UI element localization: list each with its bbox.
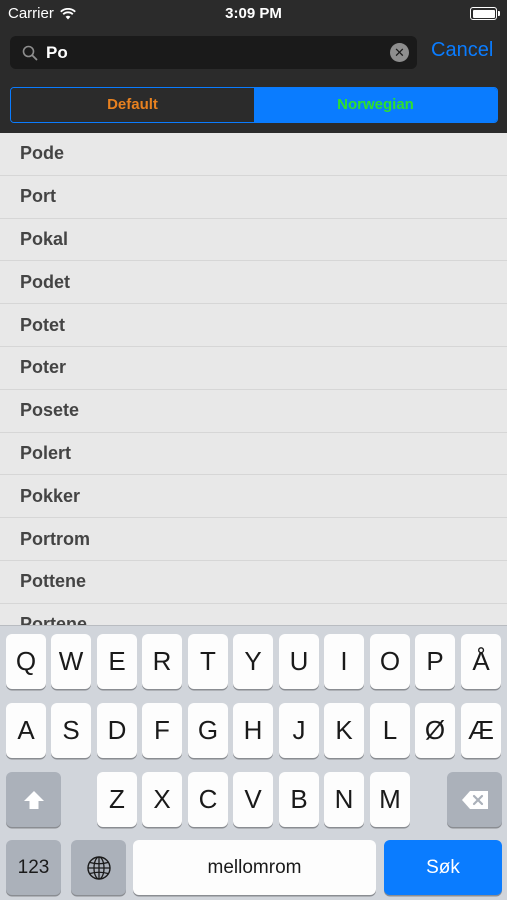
keyboard: Q W E R T Y U I O P Å A S D F G H J K L … [0,625,507,900]
list-item[interactable]: Port [0,176,507,219]
list-item[interactable]: Portrom [0,518,507,561]
key-f[interactable]: F [142,703,182,758]
globe-icon [86,855,111,880]
status-time: 3:09 PM [225,5,282,22]
key-z[interactable]: Z [97,772,137,827]
key-e[interactable]: E [97,634,137,689]
segment-default[interactable]: Default [11,88,254,122]
key-n[interactable]: N [324,772,364,827]
list-item[interactable]: Portene [0,604,507,625]
language-segmented-control: Default Norwegian [10,87,498,123]
key-y[interactable]: Y [233,634,273,689]
search-icon [22,45,38,61]
search-key[interactable]: Søk [384,840,502,895]
key-w[interactable]: W [51,634,91,689]
list-item[interactable]: Pode [0,133,507,176]
key-j[interactable]: J [279,703,319,758]
key-v[interactable]: V [233,772,273,827]
key-x[interactable]: X [142,772,182,827]
results-list: Pode Port Pokal Podet Potet Poter Posete… [0,133,507,625]
list-item[interactable]: Podet [0,261,507,305]
search-query[interactable]: Po [46,43,68,63]
key-a[interactable]: A [6,703,46,758]
key-h[interactable]: H [233,703,273,758]
list-item[interactable]: Pottene [0,561,507,604]
numbers-key[interactable]: 123 [6,840,61,895]
battery-icon [470,7,500,20]
key-d[interactable]: D [97,703,137,758]
key-g[interactable]: G [188,703,228,758]
clear-icon[interactable]: ✕ [390,43,409,62]
search-header: Po ✕ Cancel Default Norwegian [0,28,507,133]
key-b[interactable]: B [279,772,319,827]
backspace-icon [461,790,488,809]
key-m[interactable]: M [370,772,410,827]
key-t[interactable]: T [188,634,228,689]
key-r[interactable]: R [142,634,182,689]
search-field[interactable]: Po ✕ [10,36,417,69]
list-item[interactable]: Pokker [0,475,507,519]
key-q[interactable]: Q [6,634,46,689]
key-i[interactable]: I [324,634,364,689]
shift-icon [23,790,44,809]
key-s[interactable]: S [51,703,91,758]
key-aa[interactable]: Å [461,634,501,689]
key-l[interactable]: L [370,703,410,758]
list-item[interactable]: Poter [0,347,507,390]
space-key[interactable]: mellomrom [133,840,376,895]
key-u[interactable]: U [279,634,319,689]
globe-key[interactable] [71,840,126,895]
list-item[interactable]: Potet [0,304,507,347]
shift-key[interactable] [6,772,61,827]
list-item[interactable]: Polert [0,433,507,476]
key-k[interactable]: K [324,703,364,758]
status-bar: Carrier 3:09 PM [0,0,507,28]
list-item[interactable]: Pokal [0,219,507,262]
key-o[interactable]: O [370,634,410,689]
key-ae[interactable]: Æ [461,703,501,758]
list-item[interactable]: Posete [0,390,507,433]
key-c[interactable]: C [188,772,228,827]
key-oe[interactable]: Ø [415,703,455,758]
cancel-button[interactable]: Cancel [431,39,493,62]
key-p[interactable]: P [415,634,455,689]
backspace-key[interactable] [447,772,502,827]
segment-norwegian[interactable]: Norwegian [254,88,497,122]
